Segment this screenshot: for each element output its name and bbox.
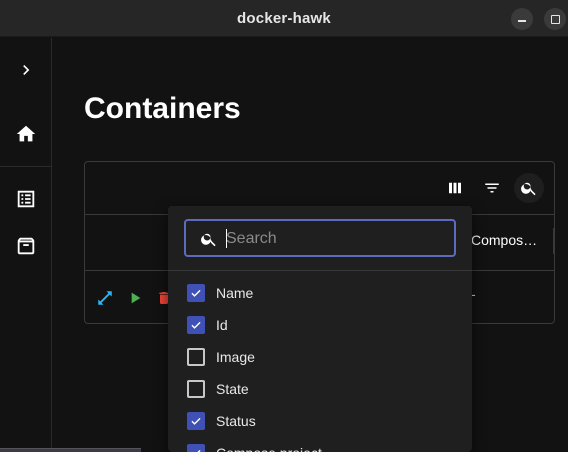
column-option[interactable]: State: [187, 379, 249, 399]
column-option[interactable]: Id: [187, 315, 228, 335]
maximize-icon: [550, 14, 560, 24]
menu-divider: [168, 270, 472, 271]
column-option-label: Compose project: [216, 445, 322, 452]
filter-icon: [485, 183, 499, 193]
check-icon: [191, 417, 201, 425]
column-search-field[interactable]: [184, 219, 456, 257]
expand-sidebar-button[interactable]: [8, 52, 44, 88]
minimize-button[interactable]: [511, 8, 533, 30]
column-option[interactable]: Name: [187, 283, 253, 303]
open-in-full-icon: [98, 291, 112, 305]
check-icon: [191, 321, 201, 329]
text-caret: [226, 229, 227, 248]
page-title: Containers: [84, 92, 241, 125]
archive-icon: [17, 237, 35, 255]
checkbox-checked[interactable]: [187, 316, 205, 334]
column-option-label: Name: [216, 285, 254, 301]
chevron-right-icon: [23, 65, 30, 75]
show-columns-button[interactable]: [443, 176, 467, 200]
column-option-label: Image: [216, 349, 255, 365]
checkbox-checked[interactable]: [187, 284, 205, 302]
check-icon: [197, 449, 201, 452]
sidebar-divider: [0, 166, 52, 167]
minimize-icon: [518, 20, 526, 22]
column-header-compose[interactable]: Compos…: [471, 232, 537, 248]
search-icon: [521, 182, 536, 196]
checkbox-unchecked[interactable]: [187, 348, 205, 366]
column-option[interactable]: Compose project: [187, 443, 322, 452]
sidebar-item-containers[interactable]: [8, 181, 44, 217]
maximize-button[interactable]: [544, 8, 566, 30]
title-bar: docker-hawk: [0, 0, 568, 37]
sidebar: [0, 38, 52, 452]
filter-button[interactable]: [480, 176, 504, 200]
home-icon: [16, 125, 36, 142]
column-separator[interactable]: [553, 228, 554, 254]
checkbox-checked[interactable]: [187, 444, 205, 452]
check-icon: [191, 289, 201, 297]
checkbox-checked[interactable]: [187, 412, 205, 430]
play-icon: [131, 292, 141, 304]
checkbox-unchecked[interactable]: [187, 380, 205, 398]
view-column-icon: [449, 182, 461, 194]
search-toggle-button[interactable]: [514, 173, 544, 203]
column-option[interactable]: Image: [187, 347, 255, 367]
sidebar-item-home[interactable]: [8, 116, 44, 152]
expand-row-button[interactable]: [95, 288, 115, 308]
column-picker-menu: Name Id Image State Status Compose project: [168, 206, 472, 452]
search-icon: [200, 230, 218, 253]
column-option-label: Id: [216, 317, 228, 333]
start-container-button[interactable]: [125, 288, 145, 308]
column-option-label: State: [216, 381, 249, 397]
window-title: docker-hawk: [237, 10, 331, 27]
list-icon: [17, 190, 35, 208]
sidebar-item-images[interactable]: [8, 228, 44, 264]
column-option[interactable]: Status: [187, 411, 256, 431]
column-search-input[interactable]: [226, 227, 446, 251]
column-option-label: Status: [216, 413, 256, 429]
tooltip-edge: [0, 448, 141, 452]
